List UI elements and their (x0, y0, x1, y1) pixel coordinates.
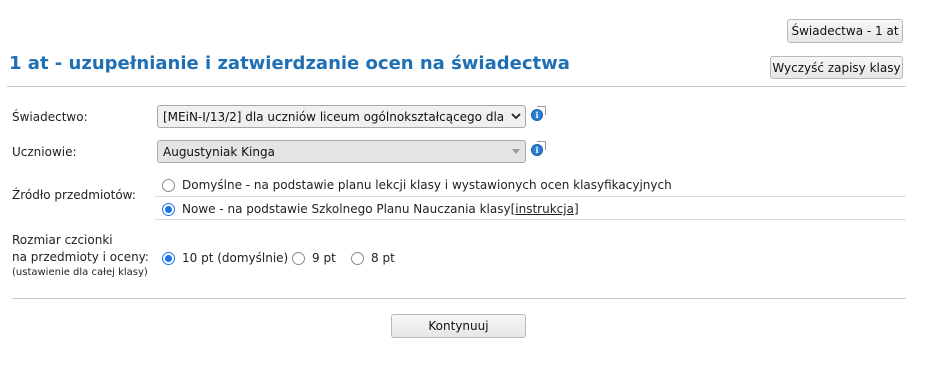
font-size-label: Rozmiar czcionki (12, 233, 113, 247)
divider (7, 86, 906, 87)
chevron-down-icon (507, 113, 525, 120)
subject-source-new-label: Nowe - na podstawie Szkolnego Planu Nauc… (182, 202, 511, 216)
instruction-link[interactable]: instrukcja (515, 202, 574, 216)
info-icon[interactable]: i (531, 106, 546, 121)
radio-9pt[interactable] (292, 251, 305, 265)
divider (12, 298, 906, 299)
certificate-select[interactable]: [MEiN-I/13/2] dla uczniów liceum ogólnok… (157, 105, 526, 128)
radio-new[interactable] (162, 202, 175, 216)
certificate-label: Świadectwo: (12, 110, 88, 124)
student-select[interactable]: Augustyniak Kinga (157, 140, 526, 163)
subject-source-new-option[interactable]: Nowe - na podstawie Szkolnego Planu Nauc… (162, 202, 579, 216)
student-select-value: Augustyniak Kinga (163, 144, 275, 159)
clear-class-records-button[interactable]: Wyczyść zapisy klasy (770, 56, 903, 79)
divider (155, 219, 906, 220)
divider (155, 196, 906, 197)
radio-10pt[interactable] (162, 251, 175, 265)
subject-source-default-option[interactable]: Domyślne - na podstawie planu lekcji kla… (162, 178, 672, 192)
continue-button[interactable]: Kontynuuj (391, 314, 526, 338)
radio-default[interactable] (162, 178, 175, 192)
radio-8pt[interactable] (351, 251, 364, 265)
font-size-9pt-label: 9 pt (312, 251, 336, 265)
font-size-10pt-option[interactable]: 10 pt (domyślnie) (162, 251, 288, 265)
subject-source-label: Źródło przedmiotów: (12, 188, 136, 202)
subject-source-default-label: Domyślne - na podstawie planu lekcji kla… (182, 178, 672, 192)
student-label: Uczniowie: (12, 145, 77, 159)
font-size-8pt-label: 8 pt (371, 251, 395, 265)
font-size-10pt-label: 10 pt (domyślnie) (182, 251, 289, 265)
caret-down-icon (507, 149, 525, 154)
certificate-select-value: [MEiN-I/13/2] dla uczniów liceum ogólnok… (163, 109, 507, 124)
font-size-8pt-option[interactable]: 8 pt (351, 251, 395, 265)
certificates-button[interactable]: Świadectwa - 1 at (787, 19, 903, 43)
page-title: 1 at - uzupełnianie i zatwierdzanie ocen… (9, 53, 570, 74)
font-size-note: (ustawienie dla całej klasy) (12, 267, 148, 278)
font-size-9pt-option[interactable]: 9 pt (292, 251, 336, 265)
info-icon[interactable]: i (531, 141, 546, 156)
bracket-close: ] (573, 202, 579, 216)
font-size-label-line2: na przedmioty i oceny: (12, 250, 149, 264)
